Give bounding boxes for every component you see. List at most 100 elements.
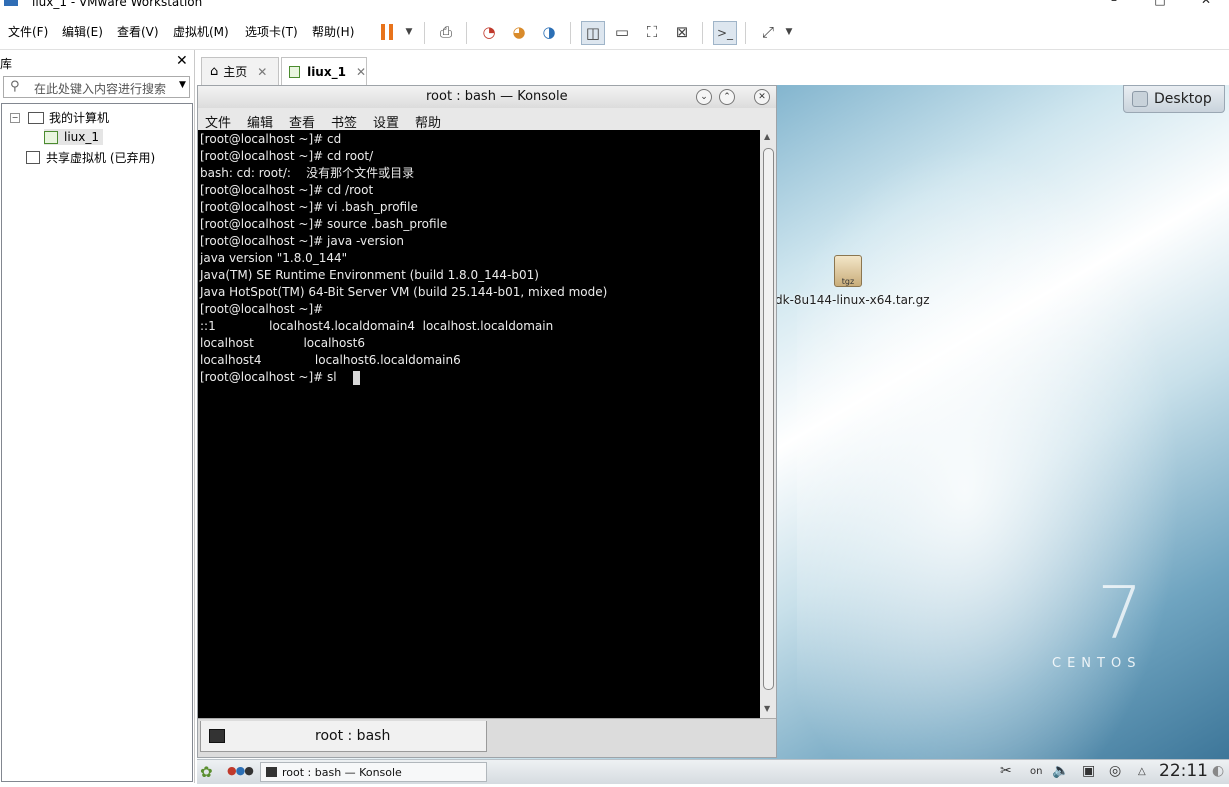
computer-icon [28, 111, 44, 124]
scroll-up-icon[interactable]: ▲ [764, 132, 770, 141]
pager-icon[interactable]: ●●● [227, 764, 254, 777]
konsole-menu-help[interactable]: 帮助 [415, 112, 441, 131]
vm-icon [44, 130, 58, 144]
library-close-icon[interactable]: ✕ [176, 53, 188, 69]
desktop-toolbox-button[interactable]: Desktop [1123, 85, 1225, 113]
home-icon: ⌂ [210, 64, 219, 79]
tab-vm[interactable]: liux_1 ✕ [281, 57, 367, 85]
window-controls: – □ ✕ [1091, 0, 1229, 9]
library-title: 库 [0, 57, 13, 71]
library-search-input[interactable]: ⚲ 在此处键入内容进行搜索 ▼ [3, 76, 190, 98]
dropdown-icon[interactable]: ▼ [398, 21, 420, 43]
console-view-icon[interactable]: >_ [713, 21, 737, 45]
tab-home[interactable]: ⌂ 主页 ✕ [201, 57, 279, 85]
search-icon: ⚲ [10, 79, 20, 94]
fullscreen-icon[interactable]: ⛶ [641, 21, 663, 43]
maximize-button[interactable]: ⌃ [719, 89, 735, 105]
centos-logo-number: 7 [1097, 571, 1143, 655]
konsole-menu-file[interactable]: 文件 [205, 112, 231, 131]
terminal-line: Java HotSpot(TM) 64-Bit Server VM (build… [200, 285, 608, 299]
taskbar-konsole-task[interactable]: root : bash — Konsole [260, 762, 487, 782]
manage-snapshots-icon[interactable]: ◑ [538, 21, 560, 43]
terminal-line: [root@localhost ~]# source .bash_profile [200, 217, 448, 231]
scroll-down-icon[interactable]: ▼ [764, 704, 770, 713]
desktop-wallpaper [797, 85, 1217, 760]
terminal-line: bash: cd: root/: 没有那个文件或目录 [200, 166, 415, 180]
menu-edit[interactable]: 编辑(E) [62, 23, 103, 40]
terminal-cursor [353, 371, 360, 385]
collapse-icon[interactable]: − [10, 112, 20, 123]
tree-item-label: 共享虚拟机 (已弃用) [46, 151, 156, 165]
close-button[interactable]: ✕ [754, 89, 770, 105]
archive-file-icon[interactable]: tgz [834, 255, 862, 287]
desktop-file-label[interactable]: dk-8u144-linux-x64.tar.gz [775, 293, 930, 307]
terminal-line: [root@localhost ~]# cd [200, 132, 342, 146]
minimize-button[interactable]: – [1091, 0, 1137, 9]
terminal-output[interactable]: [root@localhost ~]# cd [root@localhost ~… [198, 130, 760, 718]
window-title: liux_1 - VMware Workstation [32, 0, 203, 9]
terminal-line: localhost4 localhost6.localdomain6 [200, 353, 461, 367]
konsole-window: root : bash — Konsole ⌄ ⌃ ✕ 文件 编辑 查看 书签 … [197, 85, 777, 758]
stretch-dropdown-icon[interactable]: ▼ [778, 21, 800, 43]
network-icon[interactable]: ◎ [1109, 763, 1121, 779]
library-panel: 库 ✕ ⚲ 在此处键入内容进行搜索 ▼ − 我的计算机 liux_1 共享虚拟机… [0, 50, 195, 783]
minimize-button[interactable]: ⌄ [696, 89, 712, 105]
tree-item-label: liux_1 [64, 130, 100, 144]
konsole-title-bar[interactable]: root : bash — Konsole ⌄ ⌃ ✕ [198, 86, 776, 108]
terminal-line: [root@localhost ~]# [200, 302, 324, 316]
tab-label: 主页 [223, 65, 248, 79]
menu-vm[interactable]: 虚拟机(M) [173, 23, 229, 40]
snapshot-icon[interactable]: ◔ [478, 21, 500, 43]
library-tree: − 我的计算机 liux_1 共享虚拟机 (已弃用) [1, 103, 193, 782]
volume-icon[interactable]: 🔈 [1052, 763, 1069, 779]
thumbnail-view-icon[interactable]: ▭ [611, 21, 633, 43]
vm-display[interactable]: Desktop tgz dk-8u144-linux-x64.tar.gz 7 … [197, 85, 1229, 760]
menu-view[interactable]: 查看(V) [117, 23, 159, 40]
tree-item-vm[interactable]: liux_1 [44, 129, 104, 145]
tray-expand-icon[interactable]: △ [1138, 766, 1146, 777]
revert-snapshot-icon[interactable]: ◕ [508, 21, 530, 43]
chevron-down-icon[interactable]: ▼ [179, 80, 186, 90]
terminal-scrollbar[interactable]: ▲ ▼ [761, 130, 775, 718]
menu-file[interactable]: 文件(F) [8, 23, 48, 40]
konsole-menu-edit[interactable]: 编辑 [247, 112, 273, 131]
maximize-button[interactable]: □ [1137, 0, 1183, 9]
terminal-icon [266, 767, 277, 777]
stretch-icon[interactable]: ⤢ [757, 21, 779, 43]
konsole-menu-bookmarks[interactable]: 书签 [331, 112, 357, 131]
konsole-tab[interactable]: root : bash [200, 721, 487, 752]
unity-icon[interactable]: ⊠ [671, 21, 693, 43]
menu-help[interactable]: 帮助(H) [312, 23, 354, 40]
taskbar-task-label: root : bash — Konsole [282, 765, 402, 779]
send-ctrl-alt-del-icon[interactable]: ⎙ [435, 21, 457, 43]
file-badge: tgz [841, 277, 855, 286]
terminal-line: localhost localhost6 [200, 336, 365, 350]
konsole-tab-label: root : bash [315, 728, 391, 744]
konsole-menu-bar: 文件 编辑 查看 书签 设置 帮助 [198, 108, 776, 131]
panel-toolbox-icon[interactable]: ◐ [1212, 763, 1224, 779]
tab-close-icon[interactable]: ✕ [356, 65, 366, 79]
library-view-icon[interactable]: ◫ [581, 21, 605, 45]
clipboard-icon[interactable]: ▣ [1082, 763, 1095, 779]
konsole-menu-view[interactable]: 查看 [289, 112, 315, 131]
konsole-menu-settings[interactable]: 设置 [373, 112, 399, 131]
window-title-bar: liux_1 - VMware Workstation – □ ✕ [0, 0, 1229, 10]
toolbar-separator [466, 22, 467, 44]
application-launcher-icon[interactable]: ✿ [200, 763, 218, 781]
tab-close-icon[interactable]: ✕ [257, 65, 267, 79]
tree-item-my-computer[interactable]: − 我的计算机 [10, 109, 109, 126]
tray-text: on [1030, 766, 1043, 777]
konsole-tab-bar: root : bash [198, 718, 776, 757]
vmware-logo-icon [4, 0, 18, 6]
close-button[interactable]: ✕ [1183, 0, 1229, 9]
tools-icon[interactable]: ✂ [1000, 763, 1012, 779]
terminal-line: [root@localhost ~]# cd /root [200, 183, 374, 197]
menu-tabs[interactable]: 选项卡(T) [245, 23, 298, 40]
terminal-icon [209, 729, 225, 743]
pause-icon[interactable] [376, 21, 398, 43]
tree-item-shared-vms[interactable]: 共享虚拟机 (已弃用) [26, 149, 155, 166]
scrollbar-thumb[interactable] [763, 148, 774, 690]
toolbar-separator [745, 22, 746, 44]
desktop-button-label: Desktop [1154, 91, 1212, 107]
terminal-line: [root@localhost ~]# java -version [200, 234, 404, 248]
